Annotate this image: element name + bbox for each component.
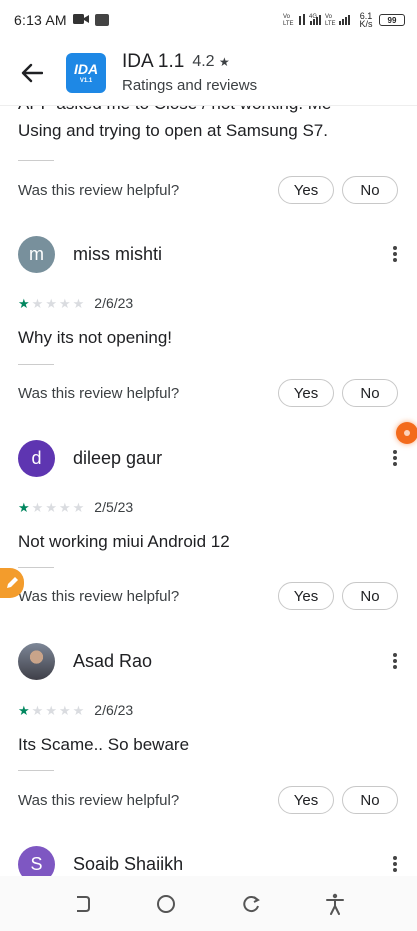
star-icon: ★	[31, 499, 44, 515]
reviewer-row: d dileep gaur	[18, 439, 402, 477]
review-date: 2/6/23	[94, 702, 134, 718]
home-nav-icon[interactable]	[151, 889, 181, 919]
avatar: m	[18, 235, 55, 273]
no-button[interactable]: No	[342, 786, 398, 814]
reviewer-name: Soaib Shaiikh	[73, 853, 184, 874]
avatar	[18, 642, 55, 680]
helpful-question: Was this review helpful?	[18, 384, 180, 402]
star-icon: ★	[45, 295, 57, 311]
avatar: d	[18, 439, 55, 477]
reviewer-name: dileep gaur	[73, 447, 163, 468]
system-nav-bar	[0, 876, 417, 931]
svg-text:Vo: Vo	[325, 14, 333, 20]
more-options-icon[interactable]	[388, 651, 402, 671]
video-camera-icon	[72, 12, 89, 28]
battery-level: 99	[387, 15, 397, 25]
star-icon: ★	[58, 499, 71, 515]
recents-nav-icon[interactable]	[236, 889, 266, 919]
avatar-initial: S	[30, 853, 43, 874]
divider	[18, 160, 54, 161]
app-icon-text: IDA	[73, 61, 99, 77]
more-options-icon[interactable]	[388, 244, 402, 264]
divider	[18, 567, 54, 568]
star-icon: ★	[58, 295, 71, 311]
star-icon: ★	[18, 702, 30, 718]
more-options-icon[interactable]	[388, 448, 402, 468]
star-icon: ★	[31, 295, 44, 311]
rating-row: ★ ★ ★ ★ ★ 2/5/23	[18, 498, 133, 516]
review-date: 2/6/23	[94, 295, 134, 311]
page-subtitle: Ratings and reviews	[122, 77, 258, 94]
app-icon: IDA V1.1	[66, 52, 106, 93]
star-icon: ★	[72, 295, 85, 311]
yes-button[interactable]: Yes	[278, 786, 334, 814]
helpful-question: Was this review helpful?	[18, 181, 180, 199]
app-rating: 4.2 ★	[192, 53, 229, 71]
avatar-initial: d	[31, 447, 42, 468]
svg-text:LTE: LTE	[325, 21, 336, 26]
star-icon: ★	[18, 295, 30, 311]
star-icon: ★	[45, 499, 57, 515]
accessibility-icon[interactable]	[320, 889, 350, 919]
reviewer-name: Asad Rao	[73, 650, 153, 671]
divider	[18, 770, 54, 771]
divider	[18, 364, 54, 365]
star-icon: ★	[18, 499, 30, 515]
back-nav-icon[interactable]	[67, 889, 97, 919]
star-rating: ★ ★ ★ ★ ★	[18, 501, 84, 514]
app-rating-value: 4.2	[192, 53, 215, 70]
no-button[interactable]: No	[342, 379, 398, 407]
app-name: IDA 1.1	[122, 51, 185, 72]
app-header: IDA V1.1 IDA 1.1 4.2 ★ Ratings and revie…	[0, 40, 417, 106]
rating-row: ★ ★ ★ ★ ★ 2/6/23	[18, 294, 133, 312]
rating-row: ★ ★ ★ ★ ★ 2/6/23	[18, 701, 133, 719]
avatar-initial: m	[29, 243, 44, 264]
yes-button[interactable]: Yes	[278, 582, 334, 610]
no-button[interactable]: No	[342, 582, 398, 610]
signal-icon: Vo LTE 4G Vo LTE	[283, 12, 353, 28]
reviewer-row: m miss mishti	[18, 235, 402, 273]
status-time: 6:13 AM	[14, 12, 67, 28]
yes-button[interactable]: Yes	[278, 176, 334, 204]
star-icon: ★	[45, 702, 57, 718]
partial-review-line-2: Using and trying to open at Samsung S7.	[18, 121, 328, 140]
helpful-row: Was this review helpful? Yes No	[18, 175, 398, 205]
helpful-question: Was this review helpful?	[18, 587, 180, 605]
svg-text:LTE: LTE	[283, 21, 294, 26]
star-icon: ★	[31, 702, 44, 718]
helpful-row: Was this review helpful? Yes No	[18, 785, 398, 815]
star-icon: ★	[72, 499, 85, 515]
star-icon: ★	[72, 702, 85, 718]
reviews-list[interactable]: APP asked me to Close / not working. Me …	[0, 96, 417, 876]
star-icon: ★	[58, 702, 71, 718]
svg-text:Vo: Vo	[283, 14, 291, 20]
avatar: S	[18, 845, 55, 876]
more-options-icon[interactable]	[388, 854, 402, 874]
star-rating: ★ ★ ★ ★ ★	[18, 704, 84, 717]
back-arrow-icon[interactable]	[18, 59, 46, 87]
review-text: Why its not opening!	[18, 328, 173, 347]
battery-icon: 99	[379, 14, 405, 26]
app-icon-version: V1.1	[79, 78, 93, 84]
helpful-row: Was this review helpful? Yes No	[18, 378, 398, 408]
notification-icon	[94, 14, 109, 26]
review-text: Not working miui Android 12	[18, 532, 230, 551]
reviewer-row: Asad Rao	[18, 642, 402, 680]
star-rating: ★ ★ ★ ★ ★	[18, 297, 84, 310]
status-bar: 6:13 AM Vo LTE 4G Vo LTE 6.1 K/s 99	[0, 0, 417, 40]
review-text: Its Scame.. So beware	[18, 735, 190, 754]
helpful-question: Was this review helpful?	[18, 791, 180, 809]
floating-assistant-dot[interactable]	[396, 422, 417, 444]
review-date: 2/5/23	[94, 499, 134, 515]
reviewer-name: miss mishti	[73, 243, 162, 264]
helpful-row: Was this review helpful? Yes No	[18, 581, 398, 611]
reviewer-row: S Soaib Shaiikh	[18, 845, 402, 876]
net-speed: 6.1 K/s	[359, 11, 373, 29]
no-button[interactable]: No	[342, 176, 398, 204]
yes-button[interactable]: Yes	[278, 379, 334, 407]
star-icon: ★	[219, 55, 230, 69]
